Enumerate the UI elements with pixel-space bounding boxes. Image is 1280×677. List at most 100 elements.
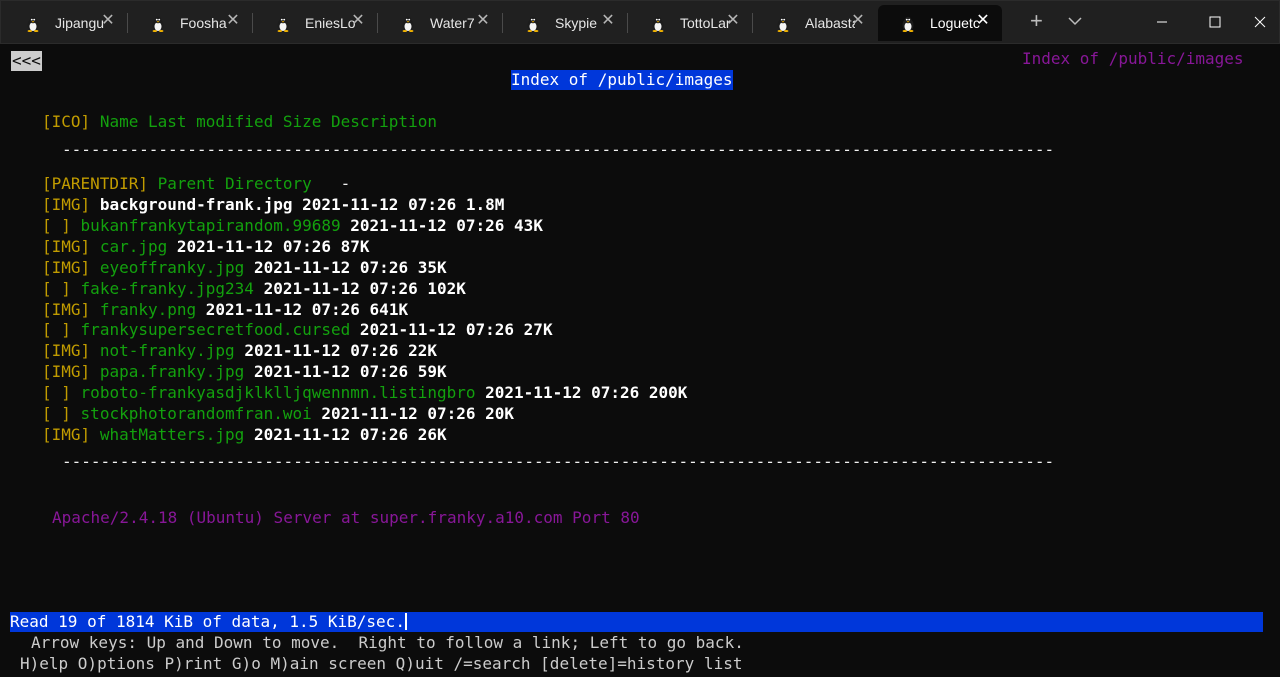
file-row: [IMG] background-frank.jpg 2021-11-12 07… [42,195,504,215]
file-row: [ ] frankysupersecretfood.cursed 2021-11… [42,320,553,340]
file-row: [IMG] franky.png 2021-11-12 07:26 641K [42,300,408,320]
separator-top: ----------------------------------------… [62,140,1055,159]
linux-penguin-icon [27,16,39,32]
file-link[interactable]: franky.png [100,300,196,319]
file-modified: 2021-11-12 07:26 [263,278,418,298]
file-link[interactable]: fake-franky.jpg234 [81,279,254,298]
file-icon-label: [IMG] [42,257,91,277]
file-link[interactable]: whatMatters.jpg [100,425,245,444]
file-row: [ ] fake-franky.jpg234 2021-11-12 07:26 … [42,279,466,299]
linux-penguin-icon [152,16,164,32]
file-link[interactable]: background-frank.jpg [100,195,293,214]
tab-tottolar[interactable]: TottoLar ✕ [628,5,752,41]
file-row: [IMG] car.jpg 2021-11-12 07:26 87K [42,237,370,257]
file-size: 200K [648,383,688,403]
file-link[interactable]: frankysupersecretfood.cursed [81,320,351,339]
file-size: 27K [523,320,553,340]
maximize-button[interactable] [1204,11,1226,33]
help-line-navigation: Arrow keys: Up and Down to move. Right t… [31,633,744,652]
file-size: 43K [514,215,543,235]
file-icon-label: [ ] [42,278,71,298]
file-size: 26K [417,424,447,444]
file-row: [ ] roboto-frankyasdjklklljqwennmn.listi… [42,383,687,403]
tab-label: Loguetc [930,15,980,31]
parent-directory-row: [PARENTDIR] Parent Directory - [42,174,350,194]
tab-loguetc[interactable]: Loguetc ✕ [878,5,1002,41]
tab-label: EniesLol [305,15,355,31]
parent-directory-rest: - [311,174,351,193]
file-modified: 2021-11-12 07:26 [359,320,515,340]
minimize-button[interactable] [1151,11,1173,33]
tab-close-icon[interactable]: ✕ [225,12,241,30]
tab-close-icon[interactable]: ✕ [350,12,366,30]
file-modified: 2021-11-12 07:26 [244,341,399,361]
file-icon-label: [ ] [42,215,71,235]
file-size: 35K [417,257,447,277]
tab-label: Skypie [555,15,598,31]
tab-separator [252,13,253,33]
file-size: 20K [485,404,515,423]
tab-foosha[interactable]: Foosha ✕ [128,5,252,41]
file-size: 87K [340,236,370,256]
file-link[interactable]: bukanfrankytapirandom.99689 [81,216,341,235]
file-modified: 2021-11-12 07:26 [302,195,457,214]
page-heading: Index of /public/images [511,70,733,90]
linux-penguin-icon [527,16,539,32]
file-link[interactable]: papa.franky.jpg [100,362,245,381]
status-bar: Read 19 of 1814 KiB of data, 1.5 KiB/sec… [10,612,1263,632]
text-cursor [404,613,407,630]
file-modified: 2021-11-12 07:26 [253,362,409,382]
file-icon-label: [ ] [42,320,71,340]
column-icon-label: [ICO] [42,112,91,131]
file-modified: 2021-11-12 07:26 [350,215,505,235]
file-row: [IMG] not-franky.jpg 2021-11-12 07:26 22… [42,341,437,361]
file-modified: 2021-11-12 07:26 [205,299,360,319]
file-modified: 2021-11-12 07:26 [253,424,409,444]
parent-directory-link[interactable]: Parent Directory [158,174,312,193]
separator-bottom: ----------------------------------------… [62,452,1055,471]
tab-close-icon[interactable]: ✕ [475,12,491,30]
tab-skypie[interactable]: Skypie ✕ [503,5,627,41]
tab-close-icon[interactable]: ✕ [100,12,116,30]
tab-jipangu[interactable]: Jipangu ✕ [3,5,127,41]
file-icon-label: [IMG] [42,236,91,256]
tab-label: Water7 [430,15,475,31]
tab-close-icon[interactable]: ✕ [850,12,866,30]
status-message: Read 19 of 1814 KiB of data, 1.5 KiB/sec… [10,612,405,631]
tab-dropdown-button[interactable] [1067,15,1083,27]
tab-close-icon[interactable]: ✕ [600,12,616,30]
file-link[interactable]: car.jpg [100,237,167,256]
linux-penguin-icon [777,16,789,32]
close-window-button[interactable] [1249,11,1271,33]
tab-label: Jipangu [55,15,105,31]
tab-separator [377,13,378,33]
file-row: [IMG] whatMatters.jpg 2021-11-12 07:26 2… [42,425,447,445]
file-link[interactable]: not-franky.jpg [100,341,235,360]
file-icon-label: [ ] [42,383,71,403]
tab-close-icon[interactable]: ✕ [725,12,741,30]
file-size: 1.8M [465,195,505,214]
file-size: 641K [369,299,409,319]
tab-label: Foosha [180,15,227,31]
tab-label: TottoLar [680,15,730,31]
file-icon-label: [IMG] [42,362,91,382]
linux-penguin-icon [902,16,914,32]
file-link[interactable]: eyeoffranky.jpg [100,258,245,277]
new-tab-button[interactable]: + [1030,10,1043,32]
tab-separator [627,13,628,33]
back-link[interactable]: <<< [11,51,42,71]
column-sort-links[interactable]: Name Last modified Size Description [100,112,437,131]
terminal-area: <<< Index of /public/images Index of /pu… [0,44,1280,677]
file-row: [IMG] eyeoffranky.jpg 2021-11-12 07:26 3… [42,258,447,278]
file-modified: 2021-11-12 07:26 [176,236,332,256]
linux-penguin-icon [402,16,414,32]
tab-enieslol[interactable]: EniesLol ✕ [253,5,377,41]
tab-close-icon[interactable]: ✕ [975,12,991,30]
tab-alabasta[interactable]: Alabasta ✕ [753,5,877,41]
tab-separator [127,13,128,33]
file-icon-label: [IMG] [42,299,91,319]
tab-water7[interactable]: Water7 ✕ [378,5,502,41]
file-icon-label: [IMG] [42,195,91,214]
file-link[interactable]: stockphotorandomfran.woi [81,404,312,423]
file-link[interactable]: roboto-frankyasdjklklljqwennmn.listingbr… [81,383,476,402]
